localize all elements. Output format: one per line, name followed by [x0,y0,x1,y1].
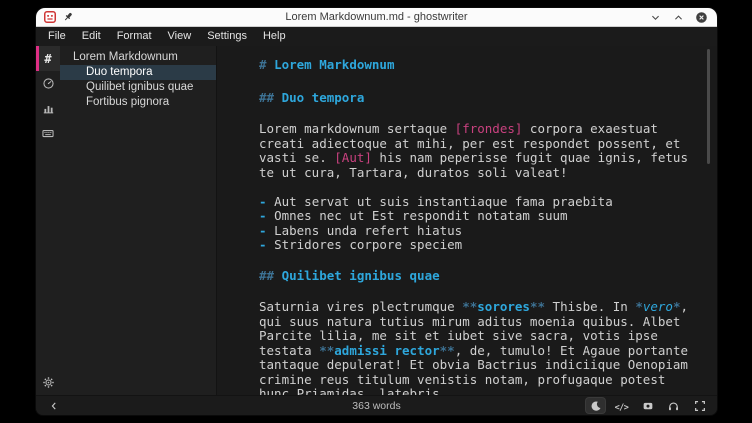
editor-line: tantaque depulerat! Et obvia Bactrius in… [259,358,717,373]
menu-item-help[interactable]: Help [255,27,294,46]
editor-line: - Aut servat ut suis instantiaque fama p… [259,195,717,210]
headphones-icon [667,400,680,412]
editor-line: Saturnia vires plectrumque **sorores** T… [259,300,717,315]
editor-line: te ut cura, Tartara, duratos soli valeat… [259,166,717,181]
sidebar-tabstrip: # [36,46,60,395]
editor-line: - Stridores corpore speciem [259,238,717,253]
editor-line: qui suus natura tutius mirum aditus moen… [259,315,717,330]
editor-line: - Labens unda refert hiatus [259,224,717,239]
settings-button[interactable] [36,369,60,395]
gauge-icon [42,77,55,90]
chevron-down-icon [650,12,661,23]
editor-line: Lorem markdownum sertaque [frondes] corp… [259,122,717,137]
ghostwriter-window: Lorem Markdownum.md - ghostwriter FileEd… [36,8,717,415]
menu-item-format[interactable]: Format [109,27,160,46]
active-tab-accent [36,46,39,71]
editor-line: ## Quilibet ignibus quae [259,267,717,286]
chevron-up-icon [673,12,684,23]
editor-line [259,286,717,301]
hemingway-mode-toggle[interactable] [638,398,657,413]
minimize-button[interactable] [648,10,663,25]
sidebar-tab-cheat-sheet[interactable] [36,121,60,146]
outline-item[interactable]: Quilibet ignibus quae [60,80,216,95]
editor-line: vasti se. [Aut] his nam peperisse fugit … [259,151,717,166]
moon-icon [590,400,602,412]
hash-icon: # [44,50,51,68]
dark-mode-toggle[interactable] [586,398,605,413]
app-icon[interactable] [44,11,56,23]
hide-sidebar-button[interactable] [44,398,63,413]
sidebar-tab-outline[interactable]: # [36,46,60,71]
bar-chart-icon [42,102,55,115]
keyboard-icon [41,127,55,140]
scrollbar-thumb[interactable] [707,49,710,164]
code-icon: </> [615,397,629,415]
desktop-background: Lorem Markdownum.md - ghostwriter FileEd… [0,0,752,423]
editor-line [259,253,717,268]
menubar: FileEditFormatViewSettingsHelp [36,27,717,46]
sidebar-tab-session-statistics[interactable] [36,71,60,96]
fullscreen-icon [694,400,706,412]
pin-icon[interactable] [62,11,74,23]
focus-mode-toggle[interactable] [664,398,683,413]
chevron-left-icon [49,401,59,411]
statusbar: 363 words </> [36,395,717,415]
menu-item-settings[interactable]: Settings [199,27,255,46]
editor[interactable]: # Lorem Markdownum ## Duo tempora Lorem ma… [217,46,717,395]
editor-line: ## Duo tempora [259,89,717,108]
close-button[interactable] [694,10,709,25]
menu-item-edit[interactable]: Edit [74,27,109,46]
editor-line: # Lorem Markdownum [259,56,717,75]
gear-icon [42,376,55,389]
outline-item[interactable]: Fortibus pignora [60,95,216,110]
outline-panel: Lorem MarkdownumDuo temporaQuilibet igni… [60,46,217,395]
html-preview-toggle[interactable]: </> [612,398,631,413]
close-icon [695,11,708,24]
menu-item-file[interactable]: File [40,27,74,46]
editor-line: - Omnes nec ut Est respondit notatam suu… [259,209,717,224]
editor-line: Parcite lilia, me sit et iubet sive sacr… [259,329,717,344]
editor-line: crimine reus titulum venistis notam, pro… [259,373,717,388]
editor-line: creati adiectoque at mihi, per est respo… [259,137,717,152]
editor-line [259,108,717,123]
sidebar-tab-document-statistics[interactable] [36,96,60,121]
outline-item[interactable]: Duo tempora [60,65,216,80]
menu-item-view[interactable]: View [160,27,200,46]
titlebar: Lorem Markdownum.md - ghostwriter [36,8,717,27]
editor-line [259,75,717,90]
editor-line: hunc Priamidas, latebris. [259,387,717,395]
outline-item[interactable]: Lorem Markdownum [60,50,216,65]
maximize-button[interactable] [671,10,686,25]
typewriter-icon [641,400,655,412]
editor-line [259,180,717,195]
window-title: Lorem Markdownum.md - ghostwriter [36,11,717,23]
scrollbar[interactable] [707,49,710,395]
fullscreen-toggle[interactable] [690,398,709,413]
editor-line: testata **admissi rector**, de, tumulo! … [259,344,717,359]
